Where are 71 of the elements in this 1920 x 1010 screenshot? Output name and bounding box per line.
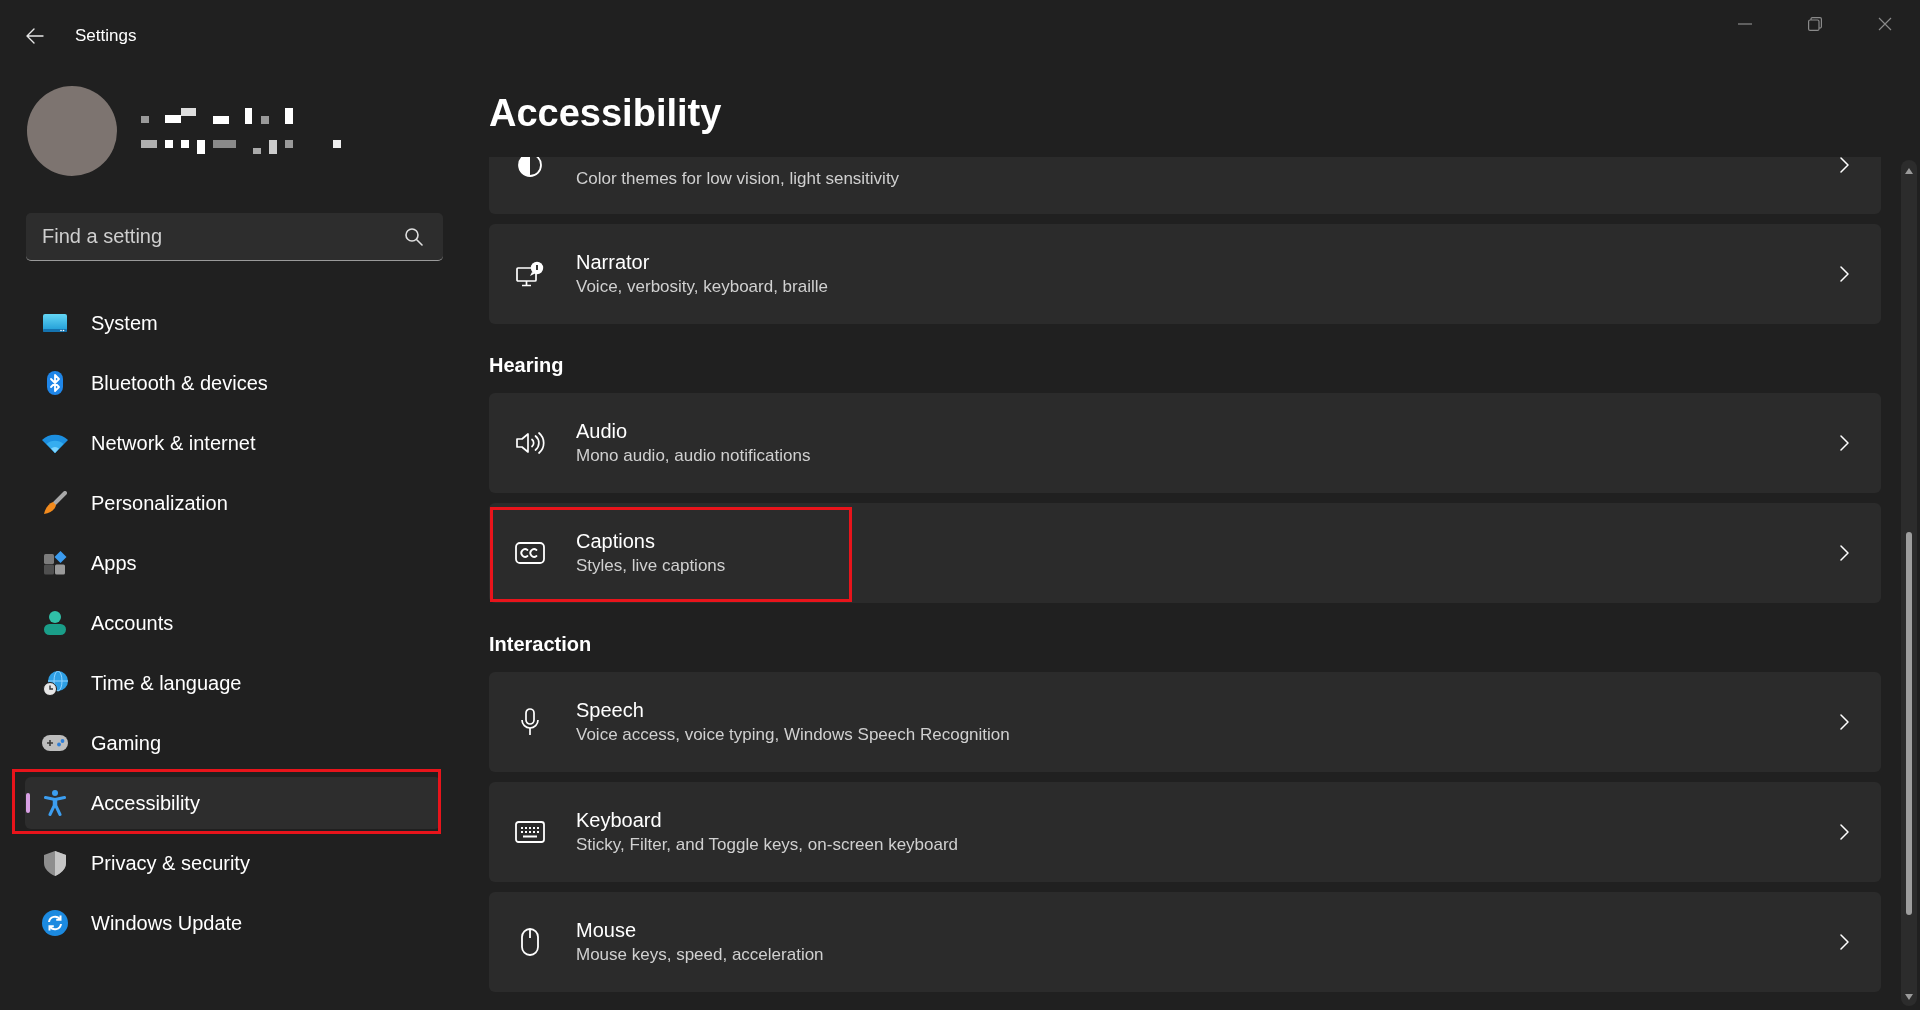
settings-card[interactable]: Narrator Voice, verbosity, keyboard, braille [489,224,1881,324]
card-title: Audio [576,419,628,443]
card-description: Mono audio, audio notifications [576,445,811,467]
page-title: Accessibility [489,91,722,136]
card-description: Styles, live captions [576,555,726,577]
search-field[interactable]: Find a setting [26,213,443,261]
section-heading: Hearing [489,353,564,377]
nav-item[interactable]: Accessibility [25,777,441,829]
chevron-right-icon [1840,934,1849,950]
contrast-icon [518,157,542,177]
settings-card[interactable]: Keyboard Sticky, Filter, and Toggle keys, on-screen keyboard [489,782,1881,882]
selection-indicator [26,793,30,813]
section-heading: Interaction [489,632,592,656]
captions-icon [515,542,545,564]
chevron-right-icon [1840,824,1849,840]
nav-item[interactable]: Gaming [25,717,441,769]
card-title: Speech [576,698,644,722]
apps-grid-icon [43,551,67,575]
card-title: Captions [576,529,655,553]
chevron-right-icon [1840,545,1849,561]
up-triangle-icon[interactable] [1905,168,1913,174]
nav-item[interactable]: Personalization [25,477,441,529]
nav-item[interactable]: Bluetooth & devices [25,357,441,409]
card-title: Keyboard [576,808,662,832]
mouse-icon [521,928,539,956]
nav-item[interactable]: Apps [25,537,441,589]
down-triangle-icon[interactable] [1905,994,1913,1000]
back-arrow-icon [26,28,44,44]
chevron-right-icon [1840,157,1849,173]
settings-card[interactable]: Audio Mono audio, audio notifications [489,393,1881,493]
paintbrush-icon [43,491,67,515]
card-title: Narrator [576,250,650,274]
card-description: Mouse keys, speed, acceleration [576,944,824,966]
card-description: Voice, verbosity, keyboard, braille [576,276,828,298]
card-description: Color themes for low vision, light sensitivity [576,168,900,190]
close-icon [1878,17,1892,31]
microphone-icon [520,708,540,736]
display-icon [43,314,67,332]
nav-item[interactable]: Time & language [25,657,441,709]
monitor-speech-icon [516,261,544,287]
settings-card[interactable]: Captions Styles, live captions [489,503,1881,603]
nav-item[interactable]: Privacy & security [25,837,441,889]
chevron-right-icon [1840,435,1849,451]
chevron-right-icon [1840,266,1849,282]
keyboard-icon [515,821,545,843]
speaker-icon [515,431,545,455]
nav-item[interactable]: System [25,297,441,349]
minimize-icon [1738,23,1752,25]
person-icon [44,611,66,635]
app-title: Settings [75,26,137,46]
restore-icon [1808,17,1822,31]
search-icon [405,228,423,246]
nav-item[interactable]: Accounts [25,597,441,649]
gamepad-icon [42,735,68,751]
scrollbar-track[interactable] [1901,160,1917,1006]
wifi-icon [42,433,68,453]
bluetooth-icon [47,371,63,395]
refresh-icon [42,910,68,936]
card-description: Sticky, Filter, and Toggle keys, on-screen keyboard [576,834,959,856]
nav-item[interactable]: Windows Update [25,897,441,949]
settings-card[interactable]: Speech Voice access, voice typing, Windows Speech Recognition [489,672,1881,772]
shield-icon [44,850,66,876]
nav-item[interactable]: Network & internet [25,417,441,469]
card-title: Mouse [576,918,637,942]
chevron-right-icon [1840,714,1849,730]
scrollbar-thumb[interactable] [1906,532,1912,915]
accessibility-figure-icon [44,790,66,816]
settings-card[interactable]: Mouse Mouse keys, speed, acceleration [489,892,1881,992]
globe-clock-icon [42,670,68,696]
settings-card[interactable]: Color themes for low vision, light sensitivity [489,157,1881,214]
card-description: Voice access, voice typing, Windows Speech Recognition [576,724,1010,746]
